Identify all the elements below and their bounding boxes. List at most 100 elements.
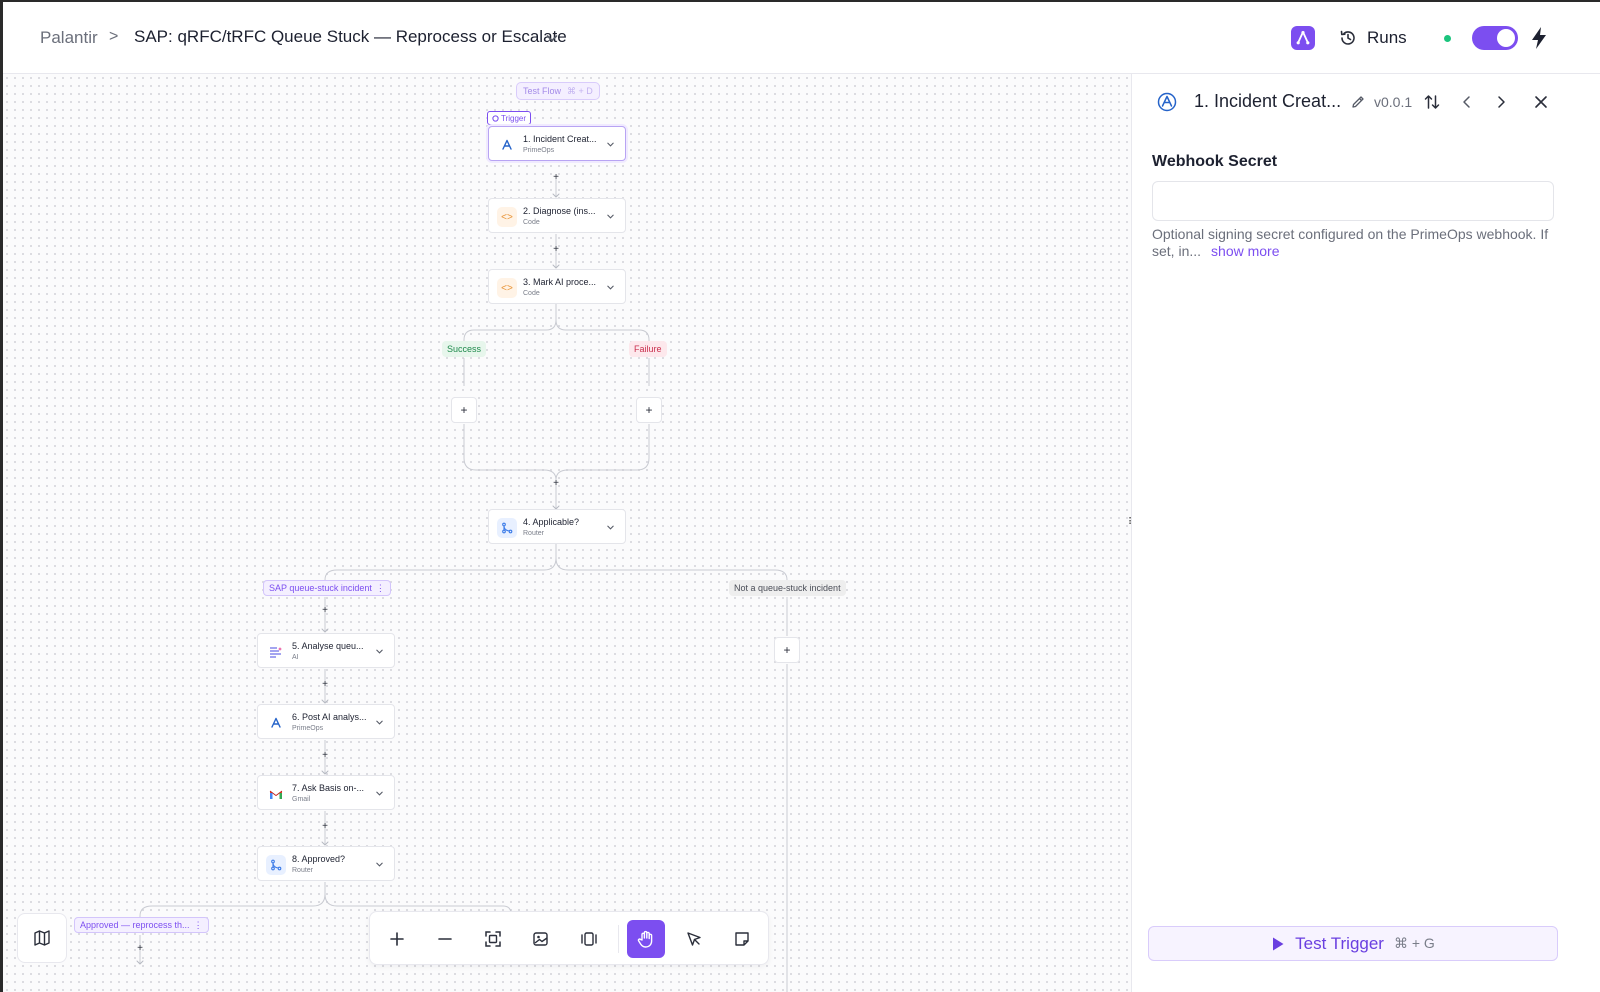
- primeops-icon: [266, 713, 286, 733]
- node-title: 2. Diagnose (ins...: [523, 206, 596, 216]
- add-step-other-branch-button[interactable]: +: [774, 637, 800, 663]
- canvas-toolbar: [369, 911, 769, 965]
- app-logo-icon[interactable]: [1291, 26, 1315, 50]
- minimap-button[interactable]: [17, 913, 67, 963]
- chevron-right-icon[interactable]: [1493, 94, 1509, 110]
- branch-label-sap-queue-stuck[interactable]: SAP queue-stuck incident ⋮: [263, 580, 391, 596]
- webhook-secret-help: Optional signing secret configured on th…: [1152, 226, 1558, 260]
- top-header: Palantir > SAP: qRFC/tRFC Queue Stuck — …: [3, 2, 1600, 74]
- node-title: 5. Analyse queu...: [292, 641, 364, 651]
- chevron-down-icon[interactable]: [375, 718, 384, 727]
- add-step-plus[interactable]: +: [320, 822, 330, 832]
- add-step-plus[interactable]: +: [551, 173, 561, 183]
- flow-node-7[interactable]: 7. Ask Basis on-... Gmail: [257, 775, 395, 810]
- cursor-icon: [687, 932, 701, 946]
- breadcrumb-separator: >: [109, 28, 119, 45]
- select-tool-button[interactable]: [675, 920, 713, 958]
- gmail-icon: [266, 784, 286, 804]
- branch-label-approved[interactable]: Approved — reprocess th... ⋮: [74, 917, 209, 933]
- plus-icon: +: [460, 403, 468, 417]
- chevron-left-icon[interactable]: [1459, 94, 1475, 110]
- webhook-secret-input[interactable]: [1152, 181, 1554, 221]
- primeops-icon: [1157, 92, 1177, 112]
- chevron-down-icon[interactable]: [375, 860, 384, 869]
- lightning-icon[interactable]: [1529, 26, 1549, 50]
- play-icon: [1273, 937, 1284, 950]
- code-icon: <>: [497, 207, 517, 227]
- flow-node-1[interactable]: 1. Incident Creat... PrimeOps: [488, 126, 626, 161]
- branch-label-failure[interactable]: Failure: [629, 341, 667, 357]
- image-icon: [533, 932, 548, 946]
- fit-screen-icon: [485, 931, 501, 947]
- node-subtitle: PrimeOps: [523, 147, 555, 154]
- add-step-plus[interactable]: +: [135, 944, 145, 954]
- plus-icon: [390, 932, 404, 946]
- test-trigger-shortcut: ⌘ + G: [1393, 935, 1435, 951]
- router-icon: [266, 855, 286, 875]
- layout-button[interactable]: [570, 920, 608, 958]
- add-step-plus[interactable]: +: [320, 751, 330, 761]
- chevron-down-icon[interactable]: [375, 789, 384, 798]
- flow-node-8[interactable]: 8. Approved? Router: [257, 846, 395, 881]
- test-flow-shortcut: ⌘ + D: [567, 85, 593, 96]
- chevron-down-icon[interactable]: [606, 140, 615, 149]
- flow-node-3[interactable]: <> 3. Mark AI proce... Code: [488, 269, 626, 304]
- chevron-down-icon[interactable]: [544, 30, 560, 46]
- runs-label: Runs: [1367, 28, 1407, 47]
- test-flow-button[interactable]: Test Flow ⌘ + D: [516, 82, 600, 100]
- flow-title[interactable]: SAP: qRFC/tRFC Queue Stuck — Reprocess o…: [134, 27, 567, 47]
- version-label: v0.0.1: [1374, 94, 1413, 110]
- close-icon[interactable]: [1533, 94, 1549, 110]
- flow-node-4[interactable]: 4. Applicable? Router: [488, 509, 626, 544]
- branch-label-not-queue-stuck[interactable]: Not a queue-stuck incident: [729, 580, 846, 596]
- add-step-plus[interactable]: +: [551, 479, 561, 489]
- test-flow-label: Test Flow: [523, 86, 562, 96]
- chevron-down-icon[interactable]: [606, 212, 615, 221]
- fit-view-button[interactable]: [474, 920, 512, 958]
- flow-node-6[interactable]: 6. Post AI analys... PrimeOps: [257, 704, 395, 739]
- webhook-secret-label: Webhook Secret: [1152, 153, 1278, 170]
- chevron-down-icon[interactable]: [375, 647, 384, 656]
- export-image-button[interactable]: [522, 920, 560, 958]
- chevron-down-icon[interactable]: [606, 283, 615, 292]
- history-icon: [1340, 30, 1355, 45]
- flow-node-5[interactable]: 5. Analyse queu... AI: [257, 633, 395, 668]
- branch-name: Approved — reprocess th...: [80, 920, 190, 930]
- step-settings-panel: 1. Incident Creat... v0.0.1 Webhook Secr…: [1131, 74, 1600, 992]
- sticky-note-icon: [735, 932, 749, 946]
- flow-node-2[interactable]: <> 2. Diagnose (ins... Code: [488, 198, 626, 233]
- add-step-plus[interactable]: +: [320, 680, 330, 690]
- add-step-plus[interactable]: +: [320, 606, 330, 616]
- add-step-failure-button[interactable]: +: [636, 397, 662, 423]
- columns-icon: [581, 932, 597, 946]
- publish-toggle[interactable]: [1472, 26, 1518, 50]
- node-title: 6. Post AI analys...: [292, 712, 367, 722]
- pan-tool-button[interactable]: [627, 920, 665, 958]
- map-icon: [34, 930, 50, 946]
- add-step-success-button[interactable]: +: [451, 397, 477, 423]
- node-title: 7. Ask Basis on-...: [292, 783, 365, 793]
- trigger-tag: Trigger: [487, 111, 532, 125]
- hand-icon: [637, 930, 653, 948]
- zoom-in-button[interactable]: [378, 920, 416, 958]
- runs-button[interactable]: Runs: [1339, 26, 1407, 50]
- note-tool-button[interactable]: [723, 920, 761, 958]
- more-vertical-icon[interactable]: ⋮: [376, 583, 385, 594]
- zoom-out-button[interactable]: [426, 920, 464, 958]
- flow-canvas[interactable]: Test Flow ⌘ + D Trigger 1. Incident Crea…: [3, 74, 1131, 992]
- node-subtitle: PrimeOps: [292, 725, 324, 732]
- pencil-icon[interactable]: [1350, 94, 1366, 110]
- add-step-plus[interactable]: +: [551, 245, 561, 255]
- branch-label-success[interactable]: Success: [442, 341, 487, 357]
- show-more-link[interactable]: show more: [1211, 243, 1279, 259]
- node-subtitle: Code: [523, 290, 540, 297]
- more-vertical-icon[interactable]: ⋮: [194, 920, 203, 931]
- swap-vertical-icon[interactable]: [1423, 93, 1441, 111]
- chevron-down-icon[interactable]: [606, 523, 615, 532]
- breadcrumb-root[interactable]: Palantir: [40, 28, 98, 48]
- test-trigger-button[interactable]: Test Trigger ⌘ + G: [1148, 926, 1558, 961]
- node-title: 1. Incident Creat...: [523, 134, 597, 144]
- node-subtitle: Gmail: [292, 796, 311, 803]
- panel-title: 1. Incident Creat...: [1194, 91, 1342, 111]
- trigger-icon: [492, 114, 499, 122]
